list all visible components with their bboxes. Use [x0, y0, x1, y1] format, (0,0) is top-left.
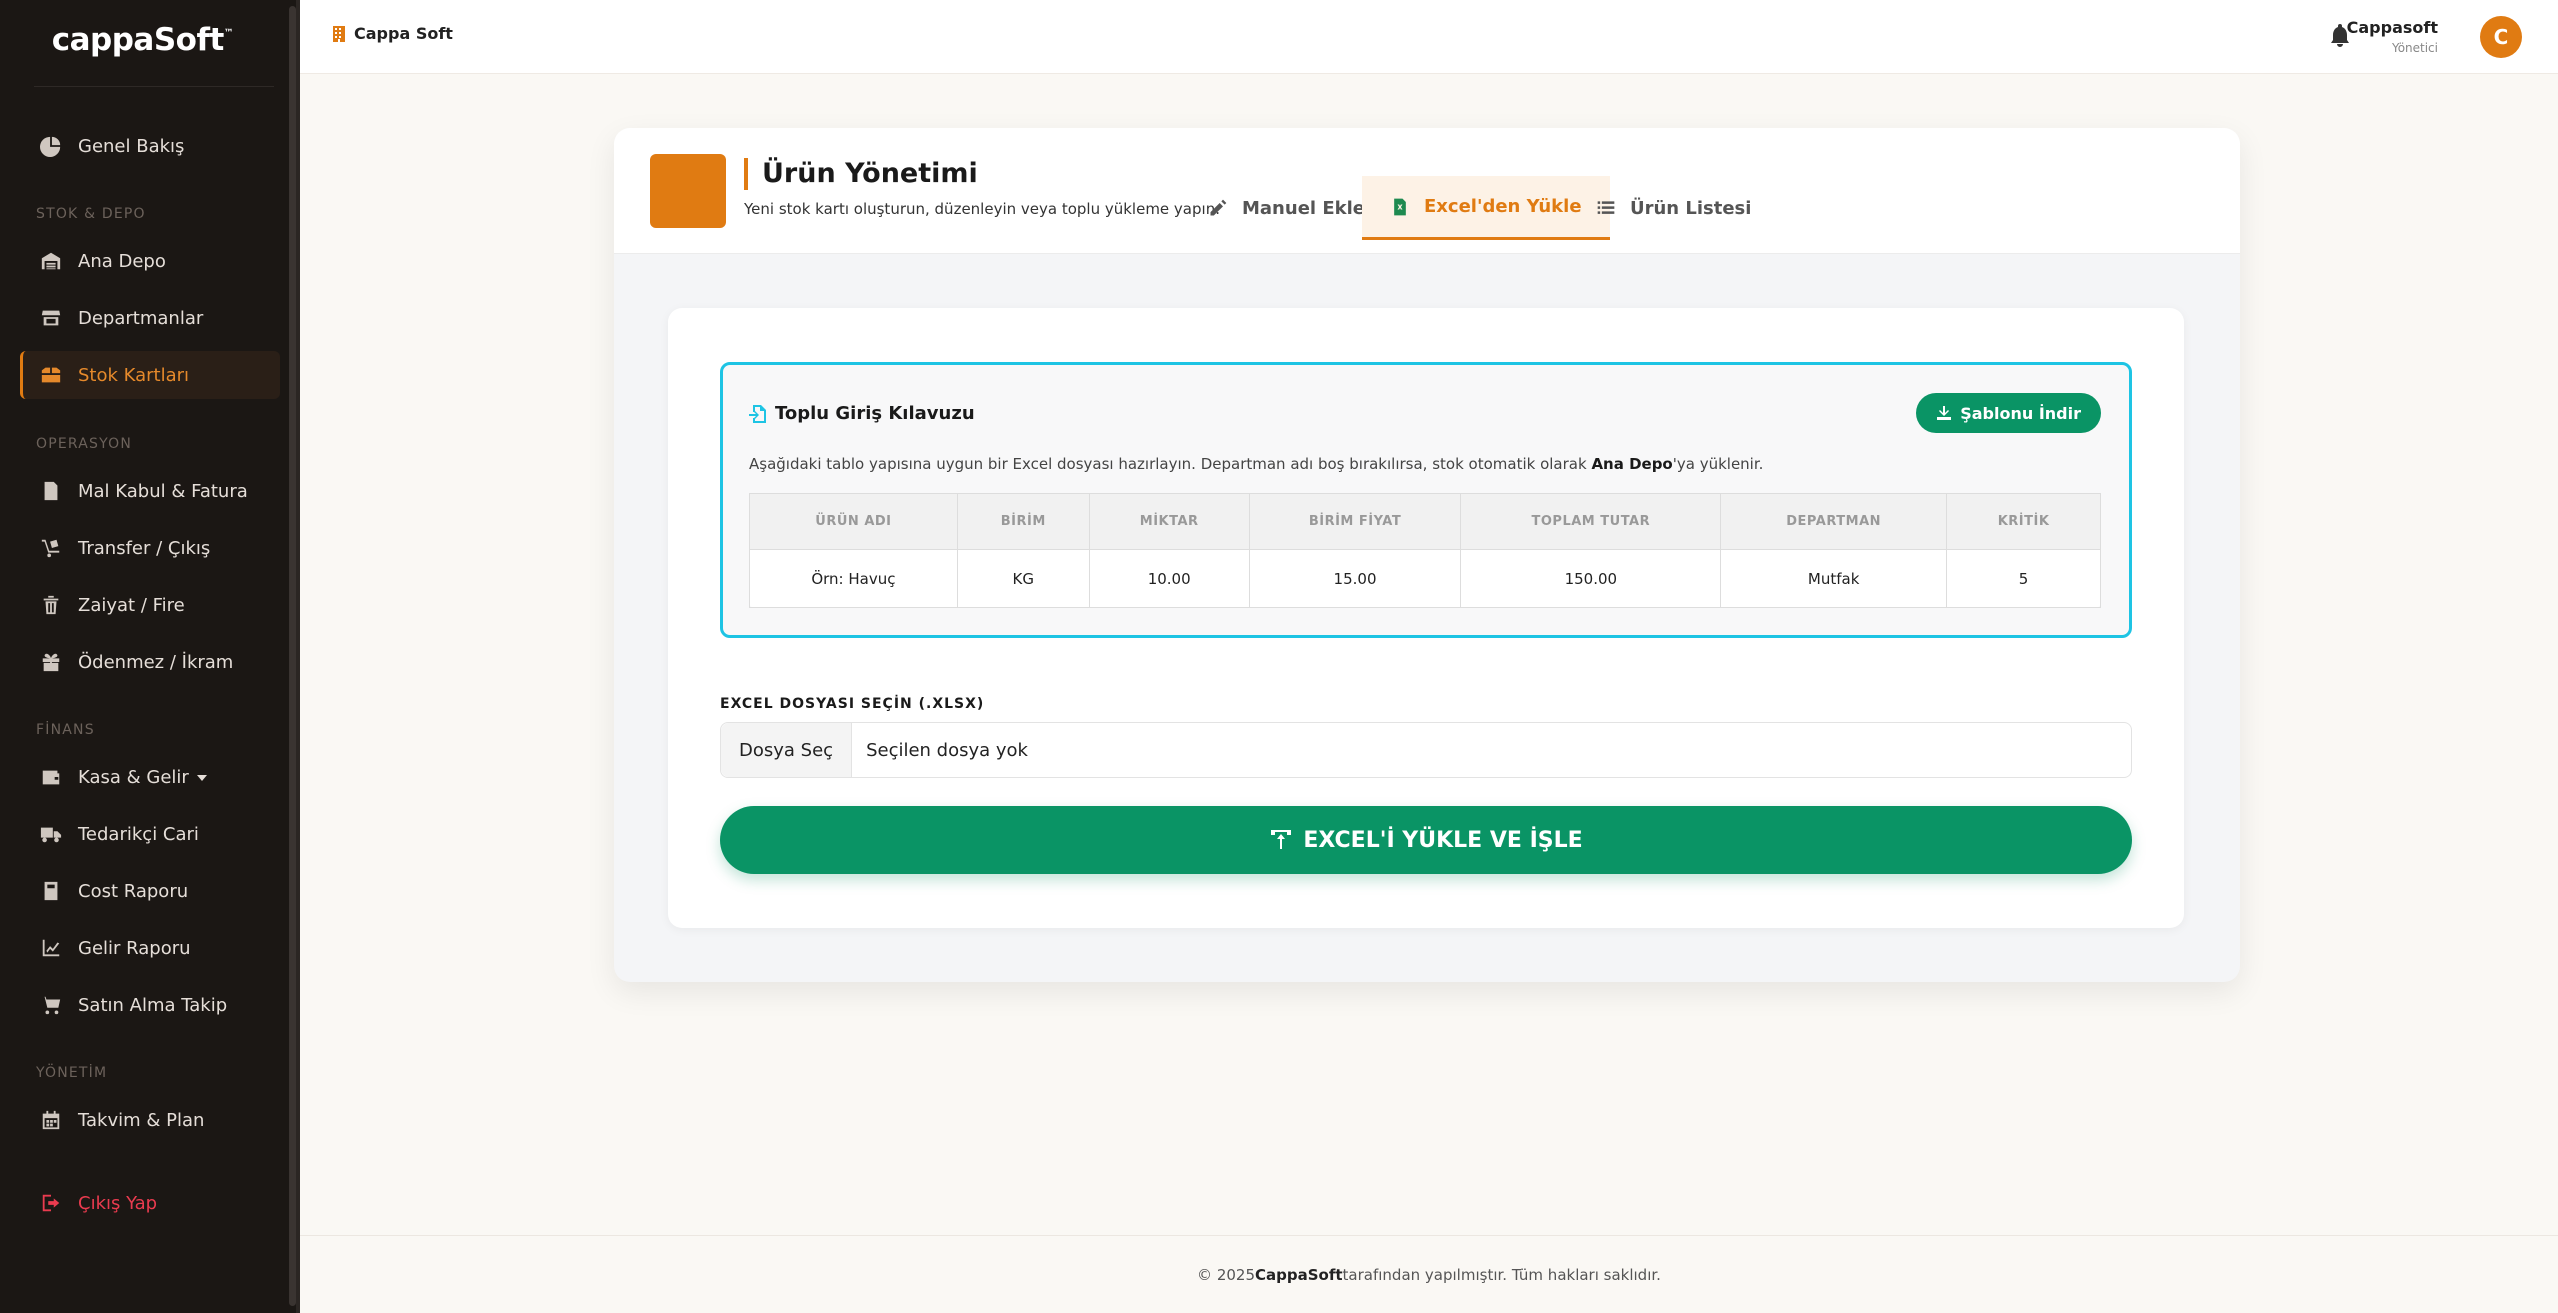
- avatar[interactable]: C: [2480, 16, 2522, 58]
- header-icon-box: [650, 154, 726, 228]
- pencil-icon: [1210, 199, 1227, 216]
- dolly-icon: [40, 537, 62, 559]
- breadcrumb[interactable]: Cappa Soft: [332, 24, 453, 43]
- sidebar: cappaSoft™ Genel Bakış STOK & DEPO Ana D…: [0, 0, 300, 1313]
- sidebar-item-zaiyat[interactable]: Zaiyat / Fire: [20, 581, 280, 629]
- topbar: Cappa Soft Cappasoft Yönetici C: [300, 0, 2558, 74]
- section-label-stock: STOK & DEPO: [36, 206, 146, 222]
- sidebar-item-cost-raporu[interactable]: Cost Raporu: [20, 867, 280, 915]
- sidebar-item-tedarikci[interactable]: Tedarikçi Cari: [20, 810, 280, 858]
- sidebar-item-transfer[interactable]: Transfer / Çıkış: [20, 524, 280, 572]
- table-cell: 15.00: [1248, 549, 1462, 608]
- boxes-icon: [40, 364, 62, 386]
- calendar-icon: [40, 1109, 62, 1131]
- sidebar-item-departmanlar[interactable]: Departmanlar: [20, 294, 280, 342]
- file-input-label: EXCEL DOSYASI SEÇİN (.XLSX): [720, 696, 985, 712]
- sidebar-item-mal-kabul[interactable]: Mal Kabul & Fatura: [20, 467, 280, 515]
- table-row: Örn: Havuç KG 10.00 15.00 150.00 Mutfak …: [749, 549, 2101, 608]
- column-header: ÜRÜN ADI: [749, 493, 958, 550]
- logout-button[interactable]: Çıkış Yap: [20, 1179, 280, 1227]
- table-cell: KG: [956, 549, 1090, 608]
- sidebar-item-kasa-gelir[interactable]: Kasa & Gelir: [20, 753, 280, 801]
- store-icon: [40, 307, 62, 329]
- card-header: Ürün Yönetimi Yeni stok kartı oluşturun,…: [614, 128, 2240, 254]
- brand-logo[interactable]: cappaSoft™: [0, 22, 285, 58]
- section-label-admin: YÖNETİM: [36, 1065, 108, 1081]
- calculator-icon: [40, 880, 62, 902]
- file-import-icon: [749, 404, 766, 423]
- sidebar-scrollbar[interactable]: [289, 6, 296, 1306]
- sidebar-item-ana-depo[interactable]: Ana Depo: [20, 237, 280, 285]
- divider: [34, 86, 274, 87]
- footer: © 2025 CappaSoft tarafından yapılmıştır.…: [300, 1235, 2558, 1313]
- chevron-down-icon: [196, 775, 207, 781]
- bulk-entry-guide: Toplu Giriş Kılavuzu Şablonu İndir Aşağı…: [720, 362, 2132, 638]
- line-chart-icon: [40, 937, 62, 959]
- sidebar-item-genel-bakis[interactable]: Genel Bakış: [20, 122, 280, 170]
- product-management-card: Ürün Yönetimi Yeni stok kartı oluşturun,…: [614, 128, 2240, 982]
- sidebar-item-stok-kartlari[interactable]: Stok Kartları: [20, 351, 280, 399]
- column-header: BİRİM: [956, 493, 1090, 550]
- excel-upload-panel: Toplu Giriş Kılavuzu Şablonu İndir Aşağı…: [668, 308, 2184, 928]
- user-name: Cappasoft: [2346, 18, 2438, 37]
- section-label-ops: OPERASYON: [36, 436, 133, 452]
- column-header: DEPARTMAN: [1720, 493, 1948, 550]
- sign-out-icon: [40, 1192, 62, 1214]
- building-icon: [333, 25, 345, 42]
- truck-icon: [40, 823, 62, 845]
- table-cell: 5: [1946, 549, 2101, 608]
- section-label-finance: FİNANS: [36, 722, 95, 738]
- table-cell: Örn: Havuç: [749, 549, 958, 608]
- gift-icon: [40, 651, 62, 673]
- wallet-icon: [40, 766, 62, 788]
- download-template-button[interactable]: Şablonu İndir: [1916, 393, 2101, 433]
- guide-description: Aşağıdaki tablo yapısına uygun bir Excel…: [749, 455, 1764, 473]
- warehouse-icon: [40, 250, 62, 272]
- template-example-table: ÜRÜN ADI BİRİM MİKTAR BİRİM FİYAT TOPLAM…: [749, 493, 2101, 608]
- table-header-row: ÜRÜN ADI BİRİM MİKTAR BİRİM FİYAT TOPLAM…: [749, 493, 2101, 550]
- table-cell: Mutfak: [1720, 549, 1948, 608]
- guide-title: Toplu Giriş Kılavuzu: [749, 403, 975, 424]
- table-cell: 10.00: [1088, 549, 1250, 608]
- page-subtitle: Yeni stok kartı oluşturun, düzenleyin ve…: [744, 200, 1220, 218]
- column-header: KRİTİK: [1946, 493, 2101, 550]
- pie-chart-icon: [40, 135, 62, 157]
- excel-file-icon: [1394, 198, 1406, 215]
- choose-file-button[interactable]: Dosya Seç: [721, 723, 853, 777]
- upload-icon: [1271, 830, 1292, 849]
- column-header: BİRİM FİYAT: [1248, 493, 1462, 550]
- user-info[interactable]: Cappasoft Yönetici: [2347, 18, 2438, 55]
- sidebar-item-gelir-raporu[interactable]: Gelir Raporu: [20, 924, 280, 972]
- trash-icon: [40, 594, 62, 616]
- download-icon: [1937, 406, 1952, 420]
- table-cell: 150.00: [1460, 549, 1722, 608]
- column-header: MİKTAR: [1088, 493, 1250, 550]
- excel-file-input[interactable]: Dosya Seç Seçilen dosya yok: [720, 722, 2132, 778]
- column-header: TOPLAM TUTAR: [1460, 493, 1722, 550]
- cart-icon: [40, 994, 62, 1016]
- list-icon: [1597, 201, 1615, 214]
- upload-and-process-button[interactable]: EXCEL'İ YÜKLE VE İŞLE: [720, 806, 2132, 874]
- selected-file-text: Seçilen dosya yok: [866, 739, 1028, 761]
- invoice-icon: [40, 480, 62, 502]
- tab-urun-listesi[interactable]: Ürün Listesi: [1568, 176, 1779, 240]
- page-title: Ürün Yönetimi: [744, 158, 978, 190]
- sidebar-item-odenmez[interactable]: Ödenmez / İkram: [20, 638, 280, 686]
- user-role: Yönetici: [2391, 41, 2438, 55]
- sidebar-item-satin-alma[interactable]: Satın Alma Takip: [20, 981, 280, 1029]
- sidebar-item-takvim[interactable]: Takvim & Plan: [20, 1096, 280, 1144]
